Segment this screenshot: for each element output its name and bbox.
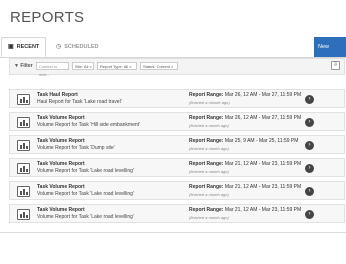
report-title: Task Volume Report xyxy=(37,184,85,190)
report-subtitle: Volume Report for Task 'Dump site' xyxy=(37,145,115,151)
filter-bar: ▼ Filter Context to date... Site: All × … xyxy=(9,58,345,77)
filter-button[interactable]: ▼ Filter xyxy=(14,59,33,74)
chevron-right-icon[interactable]: › xyxy=(305,95,314,104)
clock-icon: ◷ xyxy=(56,44,62,50)
bar-chart-icon xyxy=(17,140,30,151)
report-subtitle: Volume Report for Task 'Lake road levell… xyxy=(37,168,134,174)
context-input[interactable]: Context to date... xyxy=(36,62,69,77)
report-title: Task Volume Report xyxy=(37,138,85,144)
report-subtitle: Haul Report for Task 'Lake road travel' xyxy=(37,99,122,105)
chevron-right-icon[interactable]: › xyxy=(305,118,314,127)
footer-area xyxy=(0,232,346,264)
chevron-right-icon[interactable]: › xyxy=(305,164,314,173)
page-title: REPORTS xyxy=(10,9,85,26)
report-subtitle: Volume Report for Task 'Lake road levell… xyxy=(37,191,134,197)
chevron-right-icon[interactable]: › xyxy=(305,210,314,219)
report-range: Report Range: Mar 21, 12 AM - Mar 23, 11… xyxy=(189,207,302,213)
report-row[interactable]: Task Haul Report Haul Report for Task 'L… xyxy=(9,89,345,108)
inbox-icon: ▣ xyxy=(8,44,14,50)
tab-recent-label: RECENT xyxy=(16,44,40,50)
report-range: Report Range: Mar 26, 12 AM - Mar 27, 11… xyxy=(189,115,302,121)
report-row[interactable]: Task Volume Report Volume Report for Tas… xyxy=(9,112,345,131)
report-range: Report Range: Mar 25, 9 AM - Mar 25, 11:… xyxy=(189,138,299,144)
report-subtitle: Volume Report for Task 'Lake road levell… xyxy=(37,214,134,220)
report-range: Report Range: Mar 21, 12 AM - Mar 23, 11… xyxy=(189,184,302,190)
export-icon[interactable]: ⇩ xyxy=(331,61,340,70)
report-range: Report Range: Mar 26, 12 AM - Mar 27, 11… xyxy=(189,92,302,98)
report-range: Report Range: Mar 21, 12 AM - Mar 23, 11… xyxy=(189,161,302,167)
tab-recent[interactable]: ▣ RECENT xyxy=(1,37,46,57)
report-row[interactable]: Task Volume Report Volume Report for Tas… xyxy=(9,158,345,177)
status-filter-chip[interactable]: Status: Current × xyxy=(140,62,178,70)
bar-chart-icon xyxy=(17,94,30,105)
new-report-button[interactable]: New Report xyxy=(314,37,346,70)
report-title: Task Haul Report xyxy=(37,92,78,98)
report-finished: (finished a month ago) xyxy=(189,215,229,220)
report-finished: (finished a minute ago) xyxy=(189,100,230,105)
report-subtitle: Volume Report for Task 'Hill side embank… xyxy=(37,122,140,128)
report-finished: (finished a month ago) xyxy=(189,192,229,197)
report-title: Task Volume Report xyxy=(37,115,85,121)
bar-chart-icon xyxy=(17,163,30,174)
filter-label: Filter xyxy=(20,63,33,69)
report-row[interactable]: Task Volume Report Volume Report for Tas… xyxy=(9,204,345,223)
chevron-right-icon[interactable]: › xyxy=(305,141,314,150)
site-filter-chip[interactable]: Site: All × xyxy=(72,62,94,70)
report-row[interactable]: Task Volume Report Volume Report for Tas… xyxy=(9,135,345,154)
bar-chart-icon xyxy=(17,186,30,197)
tab-scheduled[interactable]: ◷ SCHEDULED xyxy=(50,37,100,57)
tab-bar: ▣ RECENT ◷ SCHEDULED xyxy=(0,37,346,58)
report-finished: (finished a month ago) xyxy=(189,123,229,128)
bar-chart-icon xyxy=(17,117,30,128)
chevron-right-icon[interactable]: › xyxy=(305,187,314,196)
report-finished: (finished a month ago) xyxy=(189,169,229,174)
tab-scheduled-label: SCHEDULED xyxy=(64,44,99,50)
report-type-filter-chip[interactable]: Report Type: All × xyxy=(97,62,137,70)
report-title: Task Volume Report xyxy=(37,207,85,213)
bar-chart-icon xyxy=(17,209,30,220)
report-title: Task Volume Report xyxy=(37,161,85,167)
report-row[interactable]: Task Volume Report Volume Report for Tas… xyxy=(9,181,345,200)
filter-icon: ▼ xyxy=(14,63,19,69)
report-finished: (finished a month ago) xyxy=(189,146,229,151)
